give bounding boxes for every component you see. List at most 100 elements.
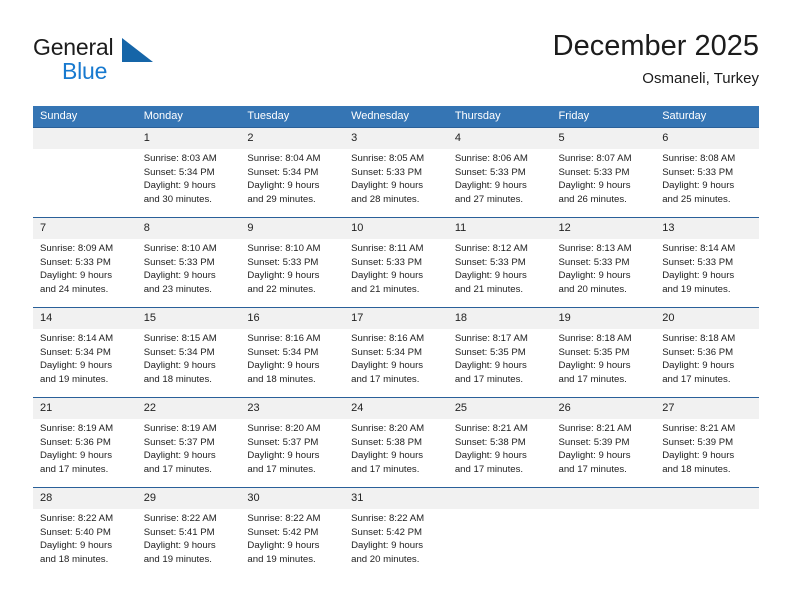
calendar-day-cell[interactable]: 6 Sunrise: 8:08 AM Sunset: 5:33 PM Daylight…	[655, 127, 759, 218]
day-detail-line: Daylight: 9 hours	[143, 270, 216, 281]
calendar-day-cell[interactable]: 25 Sunrise: 8:21 AM Sunset: 5:38 PM Dayligh…	[447, 397, 552, 488]
calendar-day-cell[interactable]: 20 Sunrise: 8:18 AM Sunset: 5:36 PM Dayligh…	[655, 307, 759, 398]
day-detail-line: Sunset: 5:33 PM	[40, 256, 111, 268]
day-number: 18	[447, 308, 552, 329]
calendar-day-cell[interactable]: 13 Sunrise: 8:14 AM Sunset: 5:33 PM Dayligh…	[655, 217, 759, 308]
calendar-day-cell[interactable]: 15 Sunrise: 8:15 AM Sunset: 5:34 PM Dayligh…	[136, 307, 241, 398]
day-number: 1	[136, 128, 241, 149]
day-detail-line: Daylight: 9 hours	[247, 540, 320, 551]
day-details: Sunrise: 8:12 AM Sunset: 5:33 PM Daylight:…	[448, 239, 552, 296]
day-detail-line: Sunset: 5:39 PM	[662, 436, 734, 448]
calendar-day-cell[interactable]: 29 Sunrise: 8:22 AM Sunset: 5:41 PM Dayligh…	[136, 487, 241, 577]
day-detail-line: Sunrise: 8:19 AM	[143, 423, 217, 434]
day-details: Sunrise: 8:10 AM Sunset: 5:33 PM Daylight:…	[137, 239, 241, 296]
calendar-day-cell[interactable]: 23 Sunrise: 8:20 AM Sunset: 5:37 PM Dayligh…	[240, 397, 345, 488]
calendar-day-cell[interactable]: 16 Sunrise: 8:16 AM Sunset: 5:34 PM Dayligh…	[240, 307, 345, 398]
day-details: Sunrise: 8:14 AM Sunset: 5:34 PM Daylight:…	[33, 329, 137, 386]
day-detail-line: and 30 minutes.	[143, 193, 212, 205]
calendar-day-cell[interactable]: 7 Sunrise: 8:09 AM Sunset: 5:33 PM Daylight…	[33, 217, 137, 308]
day-detail-line: and 19 minutes.	[143, 553, 212, 565]
day-number: 27	[655, 398, 759, 419]
calendar-day-cell[interactable]: 9 Sunrise: 8:10 AM Sunset: 5:33 PM Daylight…	[240, 217, 345, 308]
day-detail-line: Sunset: 5:37 PM	[247, 436, 319, 448]
day-details: Sunrise: 8:08 AM Sunset: 5:33 PM Daylight:…	[655, 149, 759, 206]
page-header: General Blue December 2025 Osmaneli, Tur…	[33, 28, 759, 100]
day-number: 11	[447, 218, 552, 239]
day-detail-line: Sunrise: 8:03 AM	[143, 153, 217, 164]
day-details: Sunrise: 8:22 AM Sunset: 5:42 PM Daylight:…	[240, 509, 344, 566]
day-detail-line: Sunrise: 8:09 AM	[40, 243, 114, 254]
day-detail-line: Sunrise: 8:10 AM	[143, 243, 217, 254]
day-detail-line: Sunset: 5:34 PM	[40, 346, 111, 358]
day-detail-line: Sunset: 5:38 PM	[351, 436, 423, 448]
logo-word-general: General	[33, 34, 114, 60]
calendar-day-cell[interactable]: 27 Sunrise: 8:21 AM Sunset: 5:39 PM Dayligh…	[655, 397, 759, 488]
calendar-page: General Blue December 2025 Osmaneli, Tur…	[0, 0, 792, 612]
day-detail-line: Sunrise: 8:13 AM	[558, 243, 632, 254]
day-detail-line: and 17 minutes.	[558, 373, 627, 385]
day-detail-line: and 18 minutes.	[247, 373, 316, 385]
day-number: 5	[551, 128, 656, 149]
day-detail-line: and 17 minutes.	[247, 463, 316, 475]
day-detail-line: Daylight: 9 hours	[247, 180, 320, 191]
day-detail-line: and 20 minutes.	[351, 553, 420, 565]
day-detail-line: Sunrise: 8:20 AM	[247, 423, 321, 434]
day-detail-line: Daylight: 9 hours	[454, 360, 527, 371]
day-detail-line: Sunrise: 8:05 AM	[351, 153, 425, 164]
calendar-week-row: 28 Sunrise: 8:22 AM Sunset: 5:40 PM Dayligh…	[33, 487, 759, 577]
calendar-day-cell[interactable]: 12 Sunrise: 8:13 AM Sunset: 5:33 PM Dayligh…	[551, 217, 656, 308]
logo-word-blue: Blue	[62, 58, 108, 84]
day-detail-line: and 18 minutes.	[40, 553, 109, 565]
calendar-day-cell[interactable]: 19 Sunrise: 8:18 AM Sunset: 5:35 PM Dayligh…	[551, 307, 656, 398]
calendar-day-cell[interactable]: 4 Sunrise: 8:06 AM Sunset: 5:33 PM Daylight…	[447, 127, 552, 218]
calendar-day-cell[interactable]: 17 Sunrise: 8:16 AM Sunset: 5:34 PM Dayligh…	[344, 307, 448, 398]
calendar-day-cell[interactable]: 10 Sunrise: 8:11 AM Sunset: 5:33 PM Dayligh…	[344, 217, 448, 308]
day-detail-line: Sunset: 5:34 PM	[247, 346, 319, 358]
day-detail-line: Sunset: 5:33 PM	[558, 166, 630, 178]
day-detail-line: Sunrise: 8:14 AM	[662, 243, 736, 254]
day-details: Sunrise: 8:14 AM Sunset: 5:33 PM Daylight:…	[655, 239, 759, 296]
day-detail-line: Sunrise: 8:04 AM	[247, 153, 321, 164]
day-detail-line: Sunrise: 8:18 AM	[558, 333, 632, 344]
day-details	[33, 149, 137, 152]
calendar-day-cell[interactable]: 28 Sunrise: 8:22 AM Sunset: 5:40 PM Dayligh…	[33, 487, 137, 577]
day-detail-line: Sunset: 5:36 PM	[662, 346, 734, 358]
calendar-day-cell[interactable]: 21 Sunrise: 8:19 AM Sunset: 5:36 PM Dayligh…	[33, 397, 137, 488]
day-details: Sunrise: 8:16 AM Sunset: 5:34 PM Daylight:…	[240, 329, 344, 386]
day-detail-line: Daylight: 9 hours	[143, 180, 216, 191]
day-detail-line: and 18 minutes.	[662, 463, 731, 475]
calendar-day-cell[interactable]: 18 Sunrise: 8:17 AM Sunset: 5:35 PM Dayligh…	[447, 307, 552, 398]
day-number: 4	[447, 128, 552, 149]
calendar-day-cell[interactable]: 1 Sunrise: 8:03 AM Sunset: 5:34 PM Daylight…	[136, 127, 241, 218]
day-detail-line: and 17 minutes.	[40, 463, 109, 475]
day-details	[655, 509, 759, 512]
title-block: December 2025 Osmaneli, Turkey	[553, 28, 759, 90]
day-detail-line: Sunrise: 8:21 AM	[558, 423, 632, 434]
day-details: Sunrise: 8:05 AM Sunset: 5:33 PM Daylight:…	[344, 149, 448, 206]
day-details: Sunrise: 8:09 AM Sunset: 5:33 PM Daylight:…	[33, 239, 137, 296]
day-details	[552, 509, 656, 512]
calendar-day-cell[interactable]: 8 Sunrise: 8:10 AM Sunset: 5:33 PM Daylight…	[136, 217, 241, 308]
day-detail-line: Sunset: 5:42 PM	[247, 526, 319, 538]
calendar-day-cell[interactable]: 31 Sunrise: 8:22 AM Sunset: 5:42 PM Dayligh…	[344, 487, 448, 577]
day-number	[447, 488, 552, 509]
day-details: Sunrise: 8:17 AM Sunset: 5:35 PM Daylight:…	[448, 329, 552, 386]
calendar-day-cell[interactable]: 22 Sunrise: 8:19 AM Sunset: 5:37 PM Dayligh…	[136, 397, 241, 488]
calendar-day-cell[interactable]: 11 Sunrise: 8:12 AM Sunset: 5:33 PM Dayligh…	[447, 217, 552, 308]
day-detail-line: Sunrise: 8:21 AM	[454, 423, 528, 434]
day-detail-line: and 25 minutes.	[662, 193, 731, 205]
general-blue-logo[interactable]: General Blue	[33, 34, 253, 92]
calendar-day-cell[interactable]: 14 Sunrise: 8:14 AM Sunset: 5:34 PM Dayligh…	[33, 307, 137, 398]
day-detail-line: Daylight: 9 hours	[558, 270, 631, 281]
calendar-day-cell[interactable]: 2 Sunrise: 8:04 AM Sunset: 5:34 PM Daylight…	[240, 127, 345, 218]
day-detail-line: Sunset: 5:33 PM	[662, 256, 734, 268]
day-details: Sunrise: 8:22 AM Sunset: 5:41 PM Daylight:…	[137, 509, 241, 566]
day-detail-line: Daylight: 9 hours	[558, 180, 631, 191]
calendar-day-cell[interactable]: 26 Sunrise: 8:21 AM Sunset: 5:39 PM Dayligh…	[551, 397, 656, 488]
calendar-day-cell[interactable]: 3 Sunrise: 8:05 AM Sunset: 5:33 PM Daylight…	[344, 127, 448, 218]
calendar-day-cell[interactable]: 5 Sunrise: 8:07 AM Sunset: 5:33 PM Daylight…	[551, 127, 656, 218]
calendar-day-cell[interactable]: 24 Sunrise: 8:20 AM Sunset: 5:38 PM Dayligh…	[344, 397, 448, 488]
day-detail-line: Sunset: 5:33 PM	[351, 166, 423, 178]
calendar-body: 1 Sunrise: 8:03 AM Sunset: 5:34 PM Daylight…	[33, 127, 759, 577]
calendar-day-cell[interactable]: 30 Sunrise: 8:22 AM Sunset: 5:42 PM Dayligh…	[240, 487, 345, 577]
